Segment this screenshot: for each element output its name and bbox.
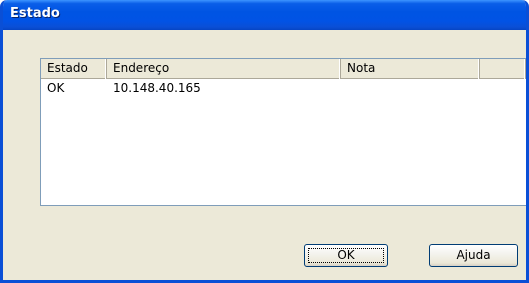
cell-estado: OK <box>47 81 65 95</box>
dialog-title: Estado <box>10 6 60 21</box>
ok-button-label: OK <box>337 248 355 262</box>
column-header-extra[interactable] <box>480 59 526 79</box>
list-header: Estado Endereço Nota <box>41 59 526 79</box>
ok-button[interactable]: OK <box>304 244 388 267</box>
title-bar[interactable]: Estado <box>3 0 526 30</box>
table-row[interactable]: OK 10.148.40.165 <box>41 80 526 96</box>
cell-nota <box>341 80 480 96</box>
status-list[interactable]: Estado Endereço Nota OK 10.148.40.165 <box>40 58 526 206</box>
column-header-estado[interactable]: Estado <box>41 59 107 79</box>
status-dialog: Estado Estado Endereço Nota OK 10.148.40… <box>0 0 529 283</box>
column-header-nota[interactable]: Nota <box>341 59 480 79</box>
cell-endereco: 10.148.40.165 <box>113 81 201 95</box>
column-header-endereco[interactable]: Endereço <box>107 59 341 79</box>
help-button[interactable]: Ajuda <box>429 244 518 267</box>
